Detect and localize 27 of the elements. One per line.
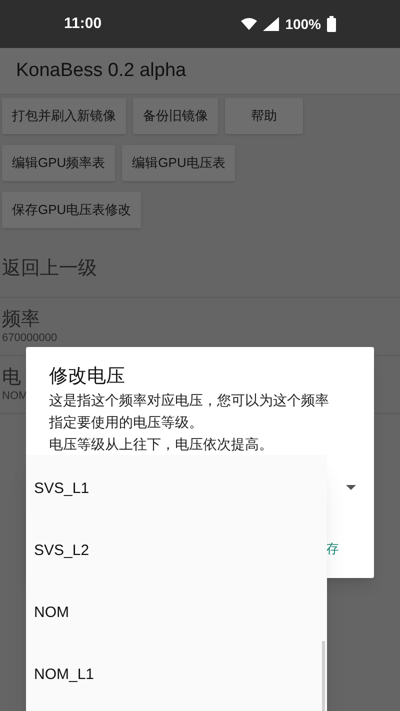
save-button[interactable]: 存 bbox=[326, 539, 339, 558]
list-item-title: 电 bbox=[2, 366, 21, 390]
action-button[interactable]: 保存GPU电压表修改 bbox=[2, 192, 142, 228]
dropdown-option[interactable]: SVS_L2 bbox=[26, 520, 327, 582]
dropdown-arrow-icon bbox=[346, 485, 356, 490]
battery-icon bbox=[327, 16, 336, 32]
list-item-title: 频率 bbox=[2, 308, 40, 332]
dialog-message: 电压等级从上往下，电压依次提高。 bbox=[49, 435, 274, 454]
dropdown-option[interactable]: NOM_L1 bbox=[26, 644, 327, 706]
list-item[interactable]: 返回上一级 bbox=[0, 240, 400, 298]
action-button[interactable]: 编辑GPU频率表 bbox=[2, 145, 116, 181]
clock: 11:00 bbox=[64, 14, 102, 34]
scrollbar bbox=[322, 641, 325, 711]
wifi-icon bbox=[241, 18, 258, 30]
dialog-title: 修改电压 bbox=[49, 365, 126, 389]
battery-percent: 100% bbox=[285, 14, 321, 34]
signal-icon bbox=[263, 17, 280, 31]
dropdown-option[interactable]: SVS_L1 bbox=[26, 458, 327, 520]
dialog-message: 这是指这个频率对应电压，您可以为这个频率指定要使用的电压等级。 bbox=[49, 391, 330, 432]
action-button[interactable]: 备份旧镜像 bbox=[133, 98, 218, 134]
list-item-subtitle: 670000000 bbox=[2, 332, 58, 345]
list-item-title: 返回上一级 bbox=[2, 256, 97, 280]
action-button[interactable]: 打包并刷入新镜像 bbox=[2, 98, 126, 134]
dropdown-option[interactable]: NOM bbox=[26, 582, 327, 644]
app-title: KonaBess 0.2 alpha bbox=[16, 58, 186, 83]
action-button[interactable]: 编辑GPU电压表 bbox=[122, 145, 236, 181]
action-button[interactable]: 帮助 bbox=[225, 98, 303, 134]
